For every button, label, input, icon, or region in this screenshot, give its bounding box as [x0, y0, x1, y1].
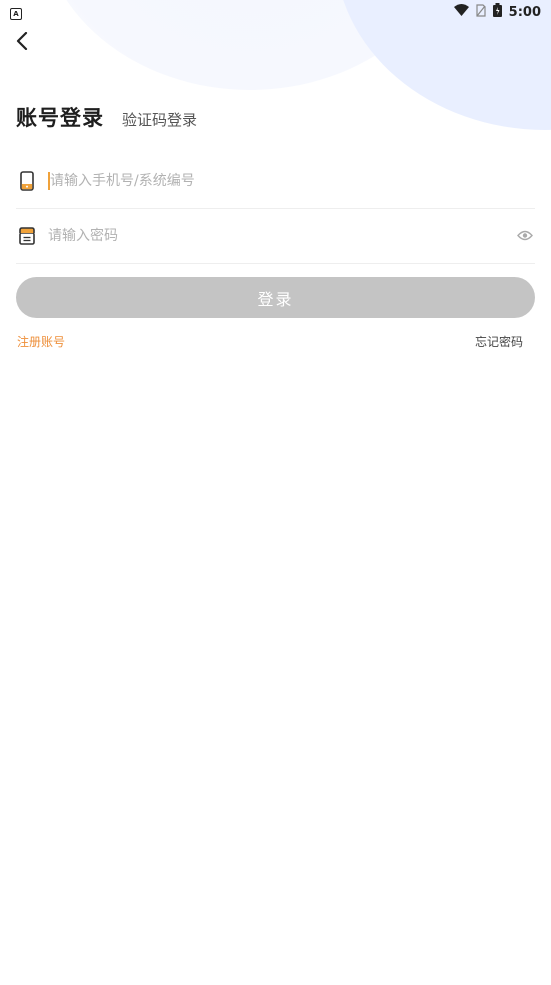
battery-icon — [492, 3, 502, 21]
background-decoration — [0, 0, 551, 985]
tab-account-login[interactable]: 账号登录 — [16, 102, 104, 132]
status-time: 5:00 — [508, 4, 541, 20]
sim-icon — [476, 3, 486, 21]
back-button[interactable] — [10, 30, 34, 56]
back-arrow-icon — [16, 31, 28, 54]
status-bar: A 5:00 — [0, 0, 551, 24]
password-field-row — [16, 208, 535, 264]
phone-icon — [17, 169, 37, 193]
tab-code-login[interactable]: 验证码登录 — [122, 109, 197, 130]
status-left: A — [10, 5, 22, 20]
lock-icon — [17, 224, 37, 248]
forgot-password-link[interactable]: 忘记密码 — [475, 333, 523, 350]
login-button[interactable]: 登录 — [16, 277, 535, 318]
phone-input[interactable] — [50, 165, 535, 196]
register-link[interactable]: 注册账号 — [17, 333, 65, 350]
eye-icon[interactable] — [517, 230, 535, 242]
notification-icon: A — [10, 7, 22, 20]
wifi-icon — [453, 4, 469, 20]
password-input[interactable] — [48, 220, 517, 251]
login-tabs: 账号登录 验证码登录 — [16, 102, 197, 132]
status-right: 5:00 — [453, 3, 541, 21]
phone-field-row — [16, 153, 535, 209]
